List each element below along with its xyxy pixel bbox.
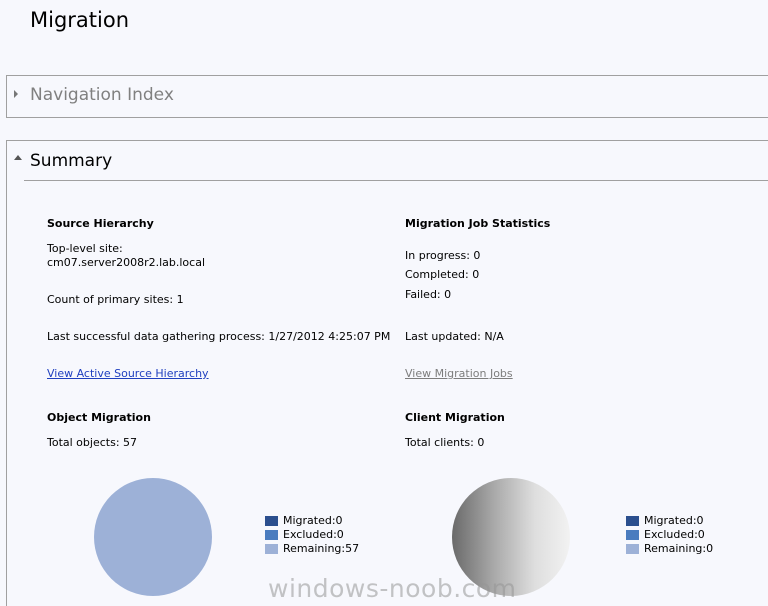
navigation-index-label: Navigation Index [30,85,174,105]
job-statistics-heading: Migration Job Statistics [405,217,551,230]
object-migration-heading: Object Migration [47,411,151,424]
legend-swatch [626,544,639,554]
legend-label: Excluded:0 [283,528,344,541]
legend-swatch [626,516,639,526]
last-gathering-process: Last successful data gathering process: … [47,330,391,343]
in-progress-count: In progress: 0 [405,249,481,262]
legend-label: Remaining:57 [283,542,360,555]
view-migration-jobs-link[interactable]: View Migration Jobs [405,367,513,380]
failed-count: Failed: 0 [405,288,452,301]
page-title: Migration [30,8,130,32]
summary-header[interactable]: Summary [7,141,768,181]
top-level-site-value: cm07.server2008r2.lab.local [47,256,205,269]
legend-swatch [265,530,278,540]
legend-label: Migrated:0 [283,514,343,527]
source-hierarchy-heading: Source Hierarchy [47,217,154,230]
object-migration-pie-chart [94,478,212,596]
last-updated: Last updated: N/A [405,330,504,343]
summary-label: Summary [30,151,113,171]
chevron-right-icon[interactable] [14,90,18,98]
view-active-source-hierarchy-link[interactable]: View Active Source Hierarchy [47,367,209,380]
completed-count: Completed: 0 [405,268,480,281]
legend-swatch [265,516,278,526]
watermark: windows-noob.com [268,574,517,603]
primary-sites-count: Count of primary sites: 1 [47,293,184,306]
summary-divider [24,180,768,181]
client-migration-heading: Client Migration [405,411,505,424]
legend-label: Excluded:0 [644,528,705,541]
chevron-down-icon[interactable] [14,155,22,160]
legend-swatch [265,544,278,554]
total-clients: Total clients: 0 [405,436,485,449]
legend-label: Migrated:0 [644,514,704,527]
total-objects: Total objects: 57 [47,436,138,449]
navigation-index-header[interactable]: Navigation Index [7,76,768,116]
navigation-index-section[interactable]: Navigation Index [6,75,768,118]
legend-label: Remaining:0 [644,542,714,555]
legend-swatch [626,530,639,540]
top-level-site-label: Top-level site: [47,242,123,255]
